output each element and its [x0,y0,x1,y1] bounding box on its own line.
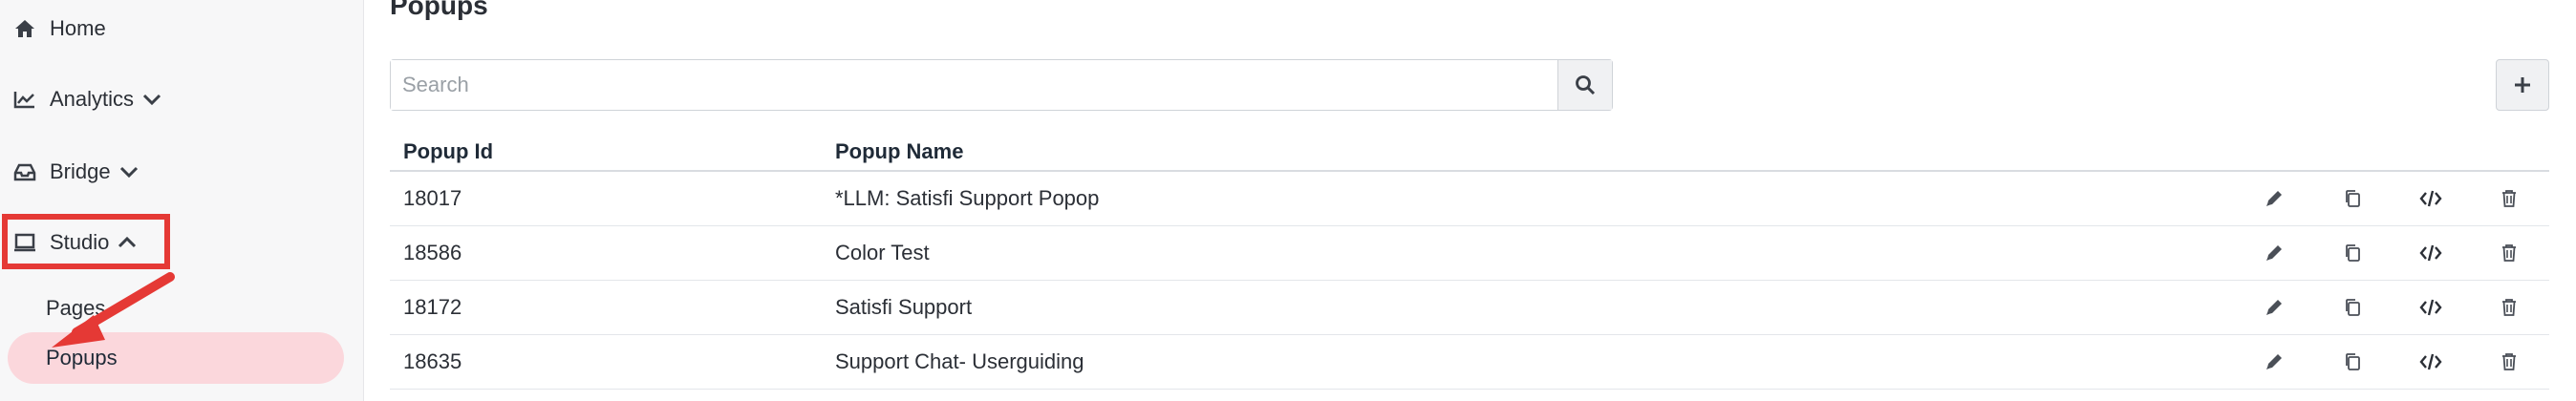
copy-icon[interactable] [2339,185,2366,212]
sidebar-item-home[interactable]: Home [0,0,106,57]
row-actions [2205,335,2549,389]
popup-id-cell: 18017 [403,186,462,210]
popup-name-cell[interactable]: *LLM: Satisfi Support Popop [835,186,1099,211]
trash-icon[interactable] [2496,240,2522,266]
popup-id-cell: 18635 [403,349,462,373]
sidebar-item-label: Bridge [50,159,111,183]
sidebar-item-analytics[interactable]: Analytics [0,71,162,128]
search-icon [1576,75,1596,95]
table-row[interactable]: 18172 Satisfi Support [390,281,2549,335]
column-header-popup-name[interactable]: Popup Name [835,139,963,164]
trash-icon[interactable] [2496,348,2522,375]
popup-name-cell[interactable]: Color Test [835,241,930,265]
annotation-arrow-icon [52,272,175,348]
search-bar [390,59,1613,111]
main-content: Popups Popup Id Popup Name 18017 *LLM: S… [363,0,2576,401]
popup-id-cell: 18172 [403,295,462,319]
search-input[interactable] [391,60,1557,110]
chevron-down-icon[interactable] [141,89,162,110]
code-icon[interactable] [2417,348,2444,375]
row-actions [2205,172,2549,225]
copy-icon[interactable] [2339,294,2366,321]
code-icon[interactable] [2417,294,2444,321]
annotation-highlight-box [2,214,170,269]
code-icon[interactable] [2417,185,2444,212]
table-row[interactable]: 18017 *LLM: Satisfi Support Popop [390,172,2549,226]
popup-name-cell[interactable]: Support Chat- Userguiding [835,349,1084,374]
inbox-icon [11,158,38,185]
row-actions [2205,226,2549,280]
table-row[interactable]: 18635 Support Chat- Userguiding [390,335,2549,390]
sidebar-item-label: Home [50,16,106,40]
popups-table: Popup Id Popup Name 18017 *LLM: Satisfi … [390,134,2549,390]
page-title: Popups [390,0,488,20]
popup-name-cell[interactable]: Satisfi Support [835,295,972,320]
copy-icon[interactable] [2339,240,2366,266]
add-popup-button[interactable] [2496,59,2549,111]
edit-icon[interactable] [2261,240,2287,266]
plus-icon [2515,77,2530,93]
row-actions [2205,281,2549,334]
edit-icon[interactable] [2261,294,2287,321]
sidebar: Home Analytics Bridge Studio Pages Popup [0,0,364,401]
home-icon [11,15,38,42]
edit-icon[interactable] [2261,348,2287,375]
chart-line-icon [11,86,38,113]
sidebar-item-label: Analytics [50,87,135,111]
search-button[interactable] [1557,60,1612,110]
sidebar-item-bridge[interactable]: Bridge [0,143,140,200]
code-icon[interactable] [2417,240,2444,266]
column-header-popup-id[interactable]: Popup Id [403,139,493,164]
edit-icon[interactable] [2261,185,2287,212]
table-row[interactable]: 18586 Color Test [390,226,2549,281]
popup-id-cell: 18586 [403,241,462,264]
trash-icon[interactable] [2496,294,2522,321]
table-header: Popup Id Popup Name [390,134,2549,172]
trash-icon[interactable] [2496,185,2522,212]
chevron-down-icon[interactable] [118,161,140,182]
copy-icon[interactable] [2339,348,2366,375]
